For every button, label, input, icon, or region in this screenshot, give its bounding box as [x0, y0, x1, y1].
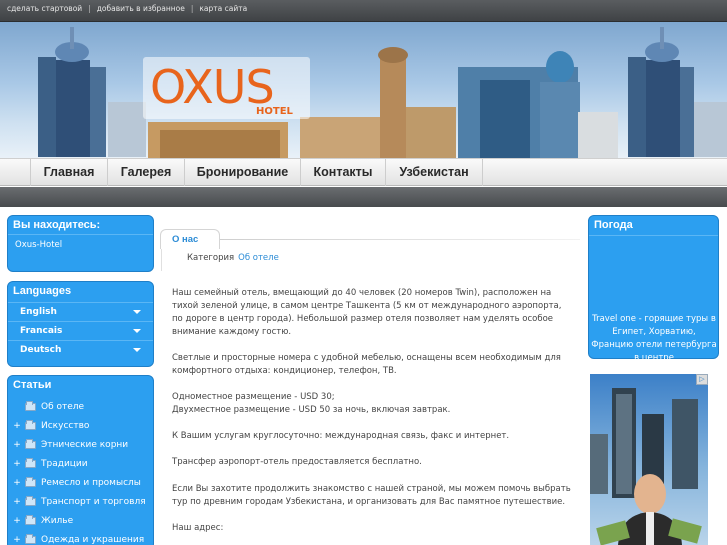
expand-icon[interactable]: + [9, 497, 25, 507]
article-item[interactable]: + Ремесло и промыслы [9, 473, 153, 492]
expand-icon[interactable]: + [9, 459, 25, 469]
lang-french[interactable]: Francais [8, 321, 153, 340]
article-label: Этнические корни [41, 439, 129, 450]
logo-hotel: HOTEL [256, 106, 293, 117]
make-homepage-link[interactable]: сделать стартовой [7, 4, 82, 13]
nav-booking[interactable]: Бронирование [184, 159, 300, 186]
separator: | [190, 4, 194, 13]
top-links: сделать стартовой | добавить в избранное | к… [7, 4, 247, 13]
ad-illustration [590, 388, 702, 545]
nav-uzbekistan[interactable]: Узбекистан [385, 159, 482, 186]
location-value[interactable]: Oxus-Hotel [8, 234, 153, 255]
expand-icon[interactable]: + [9, 535, 25, 545]
lang-english[interactable]: English [8, 302, 153, 321]
lang-label: English [20, 307, 57, 317]
top-bar: сделать стартовой | добавить в избранное | к… [0, 0, 727, 22]
article-item[interactable]: + Традиции [9, 454, 153, 473]
dark-band [0, 187, 727, 207]
sitemap-link[interactable]: карта сайта [199, 4, 247, 13]
article-item[interactable]: Об отеле [9, 397, 153, 416]
folder-icon [25, 514, 36, 525]
article-label: Жилье [41, 515, 74, 526]
expand-icon[interactable]: + [9, 440, 25, 450]
folder-icon [25, 438, 36, 449]
article-paragraph: Одноместное размещение - USD 30; [172, 392, 335, 402]
folder-icon [25, 457, 36, 468]
lang-label: Francais [20, 326, 63, 336]
ad-choices-icon[interactable]: ▷ [696, 374, 708, 385]
tab-label: О нас [172, 234, 199, 245]
travel-ad-link[interactable]: Travel one - горящие туры в Египет, Хорв… [590, 313, 718, 365]
category-line: Категория Об отеле [187, 253, 279, 263]
weather-title: Погода [594, 219, 633, 231]
location-box: Вы находитесь: Oxus-Hotel [7, 215, 154, 272]
languages-box: Languages English Francais Deutsch [7, 281, 154, 367]
category-link[interactable]: Об отеле [238, 253, 279, 263]
chevron-down-icon [133, 310, 141, 314]
add-favorites-link[interactable]: добавить в избранное [97, 4, 185, 13]
article-paragraph: Наш семейный отель, вмещающий до 40 чело… [172, 288, 562, 337]
folder-icon [25, 400, 36, 411]
category-label: Категория [187, 253, 235, 263]
header-banner: OXUS HOTEL [0, 22, 727, 158]
lang-label: Deutsch [20, 345, 62, 355]
banner-scenery [38, 27, 727, 158]
article-paragraph: Светлые и просторные номера с удобной ме… [172, 353, 561, 376]
articles-list: Об отеле + Искусство + Этнические корни + Т… [8, 397, 153, 545]
article-item[interactable]: + Транспорт и торговля [9, 492, 153, 511]
article-paragraph: Трансфер аэропорт-отель предоставляется … [172, 457, 422, 467]
article-item[interactable]: + Искусство [9, 416, 153, 435]
article-label: Одежда и украшения [41, 534, 145, 545]
tab-divider [220, 239, 580, 240]
expand-icon[interactable]: + [9, 516, 25, 526]
article-paragraph: Наш адрес: [172, 523, 224, 533]
article-item[interactable]: + Этнические корни [9, 435, 153, 454]
article-label: Транспорт и торговля [41, 496, 146, 507]
chevron-down-icon [133, 329, 141, 333]
nav-gallery[interactable]: Галерея [107, 159, 184, 186]
languages-title: Languages [13, 285, 72, 297]
tab-border [161, 249, 162, 271]
article-paragraph: Если Вы захотите продолжить знакомство с… [172, 484, 571, 507]
article-paragraph: К Вашим услугам круглосуточно: междунаро… [172, 431, 510, 441]
expand-icon[interactable]: + [9, 421, 25, 431]
folder-icon [25, 476, 36, 487]
article-label: Ремесло и промыслы [41, 477, 141, 488]
location-title: Вы находитесь: [13, 219, 101, 231]
article-item[interactable]: + Одежда и украшения [9, 530, 153, 545]
article-paragraph: Двухместное размещение - USD 50 за ночь,… [172, 405, 451, 415]
article-label: Об отеле [41, 401, 85, 412]
articles-title: Статьи [13, 379, 52, 391]
weather-divider [589, 235, 718, 236]
nav-divider [482, 159, 483, 186]
logo-oxus: OXUS [150, 60, 275, 114]
folder-icon [25, 533, 36, 544]
folder-icon [25, 495, 36, 506]
nav-contacts[interactable]: Контакты [300, 159, 385, 186]
tab-about[interactable]: О нас [160, 229, 220, 249]
article-item[interactable]: + Жилье [9, 511, 153, 530]
article-label: Традиции [41, 458, 88, 469]
folder-icon [25, 419, 36, 430]
lang-german[interactable]: Deutsch [8, 340, 153, 359]
articles-box: Статьи Об отеле + Искусство + Этнические к… [7, 375, 154, 545]
nav-home[interactable]: Главная [30, 159, 107, 186]
chevron-down-icon [133, 348, 141, 352]
main-nav: Главная Галерея Бронирование Контакты Уз… [0, 158, 727, 186]
separator: | [88, 4, 91, 13]
expand-icon[interactable]: + [9, 478, 25, 488]
ad-banner[interactable]: ▷ [590, 374, 708, 545]
article-label: Искусство [41, 420, 90, 431]
